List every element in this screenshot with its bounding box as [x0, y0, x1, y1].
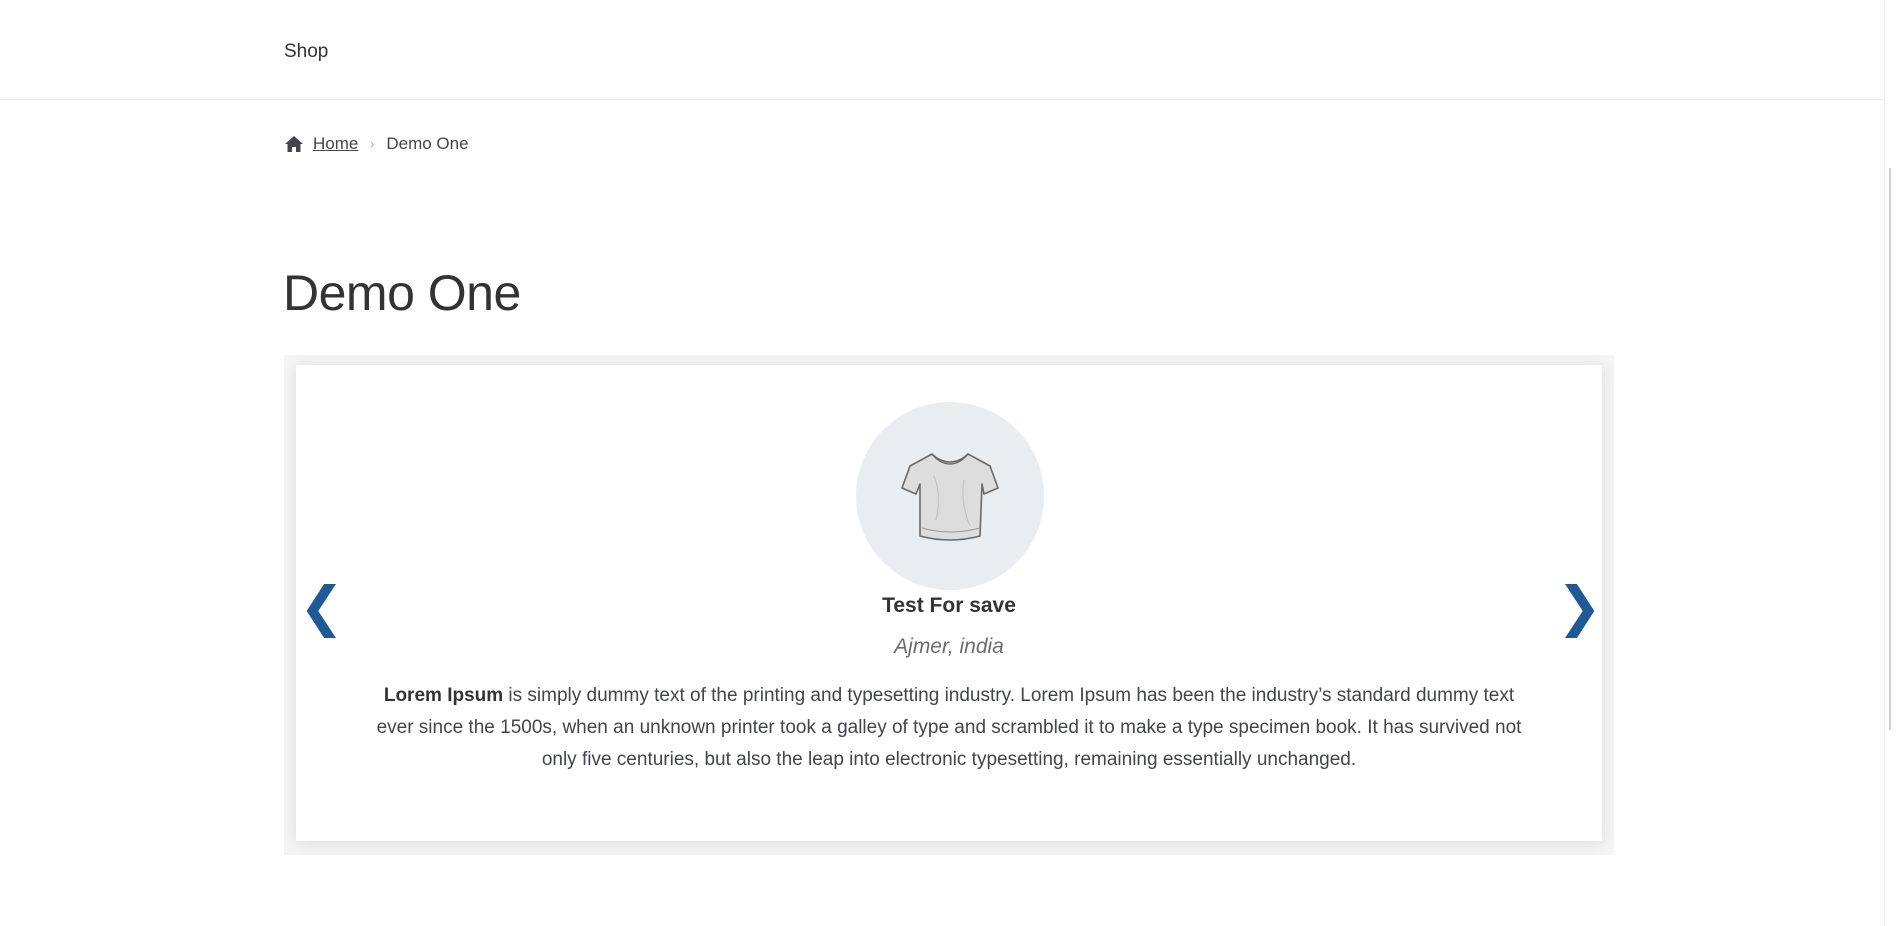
page-title: Demo One: [283, 265, 521, 321]
testimonial-text-bold: Lorem Ipsum: [383, 685, 504, 706]
page-scrollbar[interactable]: [1884, 0, 1903, 926]
tshirt-icon: [901, 453, 999, 541]
testimonial-avatar: [856, 402, 1044, 590]
breadcrumb: Home › Demo One: [284, 132, 469, 156]
site-header: Shop: [0, 0, 1884, 100]
testimonial-slider: ❮ ❯ Test For save Ajmer, india Lorem Ips…: [296, 365, 1602, 841]
breadcrumb-separator-icon: ›: [370, 137, 375, 151]
testimonial-location: Ajmer, india: [894, 635, 1004, 658]
scrollbar-thumb[interactable]: [1889, 168, 1900, 730]
testimonial-text-body: is simply dummy text of the printing and…: [376, 685, 1522, 770]
testimonial-text: Lorem Ipsum is simply dummy text of the …: [368, 680, 1530, 776]
nav-link-shop[interactable]: Shop: [284, 38, 328, 66]
breadcrumb-home-link[interactable]: Home: [313, 132, 358, 156]
breadcrumb-current: Demo One: [386, 134, 469, 153]
home-icon: [284, 135, 304, 153]
testimonial-name: Test For save: [882, 594, 1016, 617]
page: Shop Home › Demo One Demo One ❮ ❯ Test F…: [0, 0, 1903, 926]
